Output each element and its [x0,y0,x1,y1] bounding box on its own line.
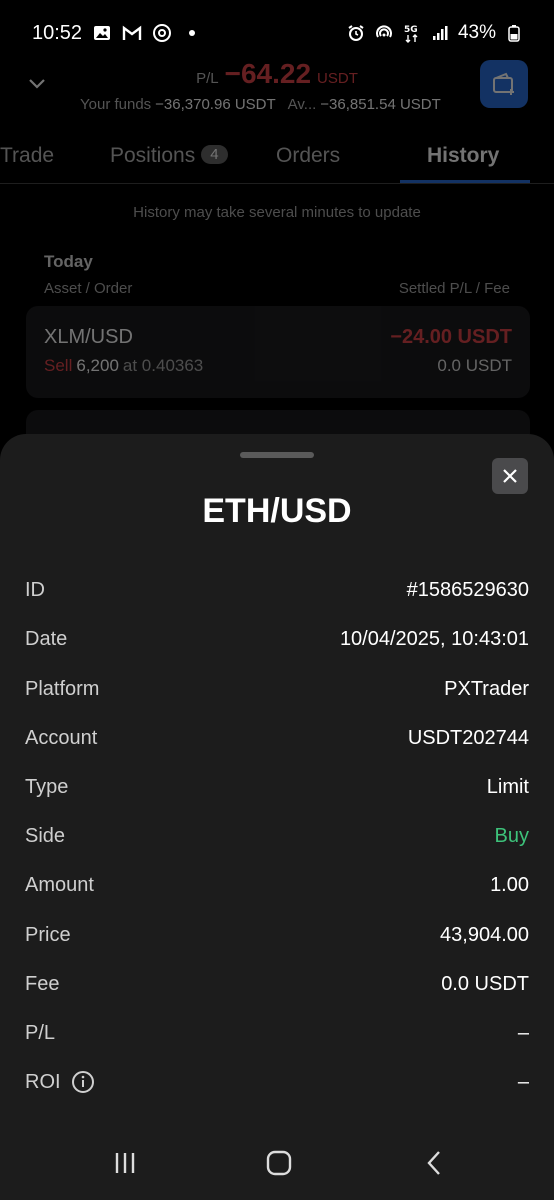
detail-label: Amount [25,873,94,896]
tab-history[interactable]: History [427,144,499,168]
sheet-drag-handle[interactable] [240,452,314,458]
detail-row-pl: P/L – [25,1018,529,1048]
history-row[interactable]: XLM/USD −24.00 USDT Sell 6,200 at 0.40363 … [26,306,530,398]
detail-label: Type [25,775,69,798]
detail-row-date: Date 10/04/2025, 10:43:01 [25,624,529,654]
tab-orders[interactable]: Orders [276,144,340,168]
detail-row-amount: Amount 1.00 [25,870,529,900]
wallet-button[interactable] [480,60,528,108]
tab-trade[interactable]: Trade [0,144,54,168]
threads-icon [152,23,172,43]
row-price: at 0.40363 [122,356,204,375]
background-app: P/L −64.22 USDT Your funds −36,370.96 USDT A… [0,48,554,470]
detail-row-roi: ROI – [25,1067,529,1097]
detail-value: Limit [486,775,529,798]
info-icon[interactable] [71,1070,95,1094]
available-label: Av... [287,96,317,113]
detail-label-roi: ROI [25,1070,95,1094]
column-header-asset: Asset / Order [44,280,133,297]
pl-value: −64.22 [224,58,312,89]
recents-icon [115,1153,135,1173]
row-asset: XLM/USD [44,326,133,348]
detail-value: 1.00 [490,873,529,896]
available-value: −36,851.54 USDT [320,96,441,113]
home-button[interactable] [264,1148,294,1178]
detail-value: – [517,1021,529,1044]
detail-label: ROI [25,1070,61,1093]
system-nav-bar [0,1130,554,1196]
row-order: Sell 6,200 at 0.40363 [44,356,203,376]
detail-value: #1586529630 [406,578,529,601]
detail-label: P/L [25,1021,56,1044]
detail-row-account: Account USDT202744 [25,723,529,753]
detail-label: Account [25,726,98,749]
detail-label: Side [25,824,66,847]
history-day-heading: Today [44,252,93,271]
pl-summary: P/L −64.22 USDT [0,58,554,90]
row-amount: 6,200 [76,356,119,375]
close-icon [503,469,517,483]
detail-value: Buy [494,824,529,847]
row-pl: −24.00 USDT [390,326,512,348]
funds-label: Your funds [80,96,152,113]
row-side: Sell [44,356,73,375]
hotspot-icon [374,23,394,43]
row-fee: 0.0 USDT [437,356,512,375]
detail-row-type: Type Limit [25,772,529,802]
account-header: P/L −64.22 USDT Your funds −36,370.96 USDT A… [0,48,554,138]
clock: 10:52 [32,21,83,44]
history-note: History may take several minutes to upda… [133,204,421,221]
detail-row-fee: Fee 0.0 USDT [25,969,529,999]
tab-bar: Trade Positions 4 Orders History [0,138,554,184]
detail-row-platform: Platform PXTrader [25,674,529,704]
signal-icon [430,23,450,43]
gallery-icon [92,23,112,43]
detail-value: 10/04/2025, 10:43:01 [339,627,529,650]
dot-icon [182,23,202,43]
back-icon [427,1151,440,1175]
recents-button[interactable] [110,1148,140,1178]
funds-value: −36,370.96 USDT [155,96,276,113]
back-button[interactable] [420,1148,450,1178]
order-details-sheet: ETH/USD ID #1586529630 Date 10/04/2025, … [0,434,554,1200]
detail-label: Fee [25,972,60,995]
svg-text:5G: 5G [404,25,418,35]
detail-row-side: Side Buy [25,821,529,851]
sheet-title: ETH/USD [202,492,352,530]
detail-label: Date [25,627,68,650]
pl-label: P/L [196,70,219,87]
detail-row-price: Price 43,904.00 [25,920,529,950]
home-icon [266,1150,292,1176]
battery-percent: 43% [457,22,496,43]
detail-row-id: ID #1586529630 [25,575,529,605]
pl-unit: USDT [317,70,358,87]
battery-icon [504,23,524,43]
active-tab-indicator [400,180,530,183]
close-button[interactable] [492,458,528,494]
alarm-icon [346,23,366,43]
positions-count-badge: 4 [201,145,228,164]
detail-value: PXTrader [444,677,529,700]
tab-positions-label: Positions [110,144,196,167]
detail-value: USDT202744 [407,726,529,749]
gmail-icon [122,23,142,43]
wallet-add-icon [493,72,514,95]
detail-value: 0.0 USDT [441,972,529,995]
detail-label: Platform [25,677,100,700]
detail-label: ID [25,578,45,601]
detail-value: 43,904.00 [440,923,529,946]
column-header-pl: Settled P/L / Fee [398,280,510,297]
detail-value: – [517,1070,529,1093]
detail-label: Price [25,923,71,946]
funds-line: Your funds −36,370.96 USDT Av... −36,851.54… [80,96,441,113]
5g-icon: 5G [402,23,422,43]
tab-positions[interactable]: Positions 4 [110,144,228,168]
